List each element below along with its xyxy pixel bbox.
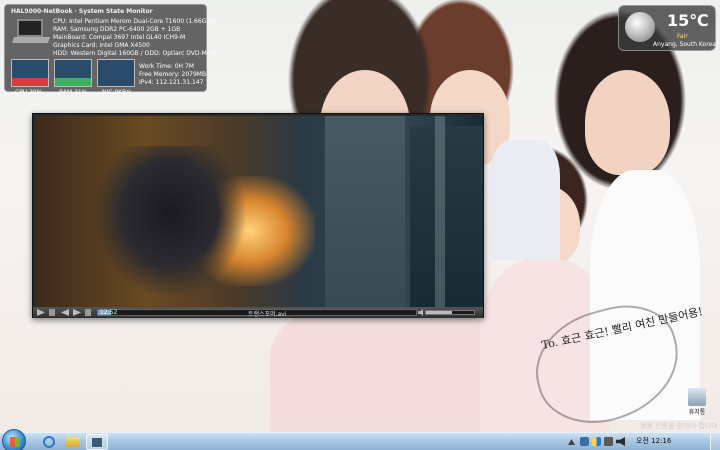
- laptop-icon: [11, 19, 51, 45]
- recycle-bin-label: 휴지통: [688, 409, 706, 416]
- cloud-icon: [625, 12, 655, 42]
- volume-slider-fill: [426, 311, 453, 314]
- video-building: [325, 116, 405, 307]
- work-time: Work Time: 0H 7M: [139, 63, 194, 70]
- next-icon[interactable]: [73, 309, 81, 316]
- nic-graph: [97, 59, 135, 87]
- show-desktop-button[interactable]: [710, 433, 720, 450]
- activation-watermark: 정품 인증을 받아야 합니다: [640, 422, 718, 430]
- open-file-icon[interactable]: [85, 309, 91, 316]
- action-center-icon[interactable]: [592, 437, 601, 446]
- taskbar: 오전 12:16: [0, 429, 720, 450]
- hdd-spec: HDD: Western Digital 160GB / ODD: Optiar…: [53, 50, 217, 57]
- video-robot: [95, 146, 245, 296]
- playing-filename: 트랜스포머.avi: [248, 311, 287, 318]
- playback-time: 12:52: [100, 309, 118, 316]
- play-icon[interactable]: [37, 309, 45, 316]
- speaker-icon[interactable]: [616, 437, 625, 446]
- cpu-spec: CPU: Intel Pentium Merom Dual-Core T1600…: [53, 18, 217, 25]
- video-building: [410, 126, 483, 307]
- volume-icon[interactable]: [418, 309, 423, 316]
- power-icon[interactable]: [604, 437, 613, 446]
- weather-widget[interactable]: 15℃ Fair Anyang, South Korea: [618, 5, 716, 51]
- ipv4-address: IPv4: 112.121.31.147: [139, 79, 204, 86]
- video-frame[interactable]: [35, 116, 483, 307]
- taskbar-media-player[interactable]: [86, 434, 108, 450]
- player-controls: 12:52 트랜스포머.avi: [33, 307, 483, 318]
- free-memory: Free Memory: 2079MB: [139, 71, 207, 78]
- show-hidden-icons-icon[interactable]: [568, 439, 575, 445]
- weather-location: Anyang, South Korea: [653, 41, 716, 48]
- ram-graph: [54, 59, 92, 87]
- media-player-icon: [91, 437, 103, 448]
- folder-icon: [66, 437, 80, 447]
- clock-time: 12:16: [651, 437, 672, 445]
- cpu-graph: [11, 59, 49, 87]
- volume-slider[interactable]: [425, 310, 475, 315]
- cpu-usage-label: CPU 30%: [15, 89, 43, 96]
- internet-explorer-icon: [43, 436, 55, 448]
- nic-usage-label: NIC 0KB/s: [102, 89, 132, 96]
- start-button[interactable]: [2, 429, 26, 450]
- recycle-bin-image: [688, 388, 706, 406]
- taskbar-file-explorer[interactable]: [62, 434, 84, 450]
- mainboard-spec: MainBoard: Compal 3697 Intel GL40 ICH9-M: [53, 34, 186, 41]
- seek-bar[interactable]: 12:52 트랜스포머.avi: [97, 309, 417, 318]
- network-icon[interactable]: [580, 437, 589, 446]
- ram-spec: RAM: Samsung DDR2 PC-6400 2GB + 1GB: [53, 26, 181, 33]
- system-monitor-widget[interactable]: HAL9000-NetBook · System State Monitor C…: [4, 4, 216, 96]
- system-monitor-title: HAL9000-NetBook · System State Monitor: [11, 8, 153, 15]
- wallpaper-dress: [490, 140, 560, 260]
- taskbar-internet-explorer[interactable]: [38, 434, 60, 450]
- recycle-bin-icon[interactable]: 휴지통: [680, 388, 714, 416]
- windows-logo-icon: [10, 437, 20, 447]
- stop-icon[interactable]: [49, 309, 55, 316]
- weather-condition: Fair: [677, 33, 688, 40]
- graphics-spec: Graphics Card: Intel GMA X4500: [53, 42, 150, 49]
- video-light: [435, 116, 445, 307]
- taskbar-clock[interactable]: 오전 12:16: [636, 436, 671, 446]
- previous-icon[interactable]: [61, 309, 69, 316]
- wallpaper-dress: [270, 300, 500, 432]
- ram-usage-label: RAM 31%: [59, 89, 88, 96]
- clock-period: 오전: [636, 437, 649, 445]
- wallpaper-person: [585, 70, 670, 175]
- media-player-window[interactable]: 12:52 트랜스포머.avi: [32, 113, 484, 318]
- weather-temperature: 15℃: [667, 11, 709, 30]
